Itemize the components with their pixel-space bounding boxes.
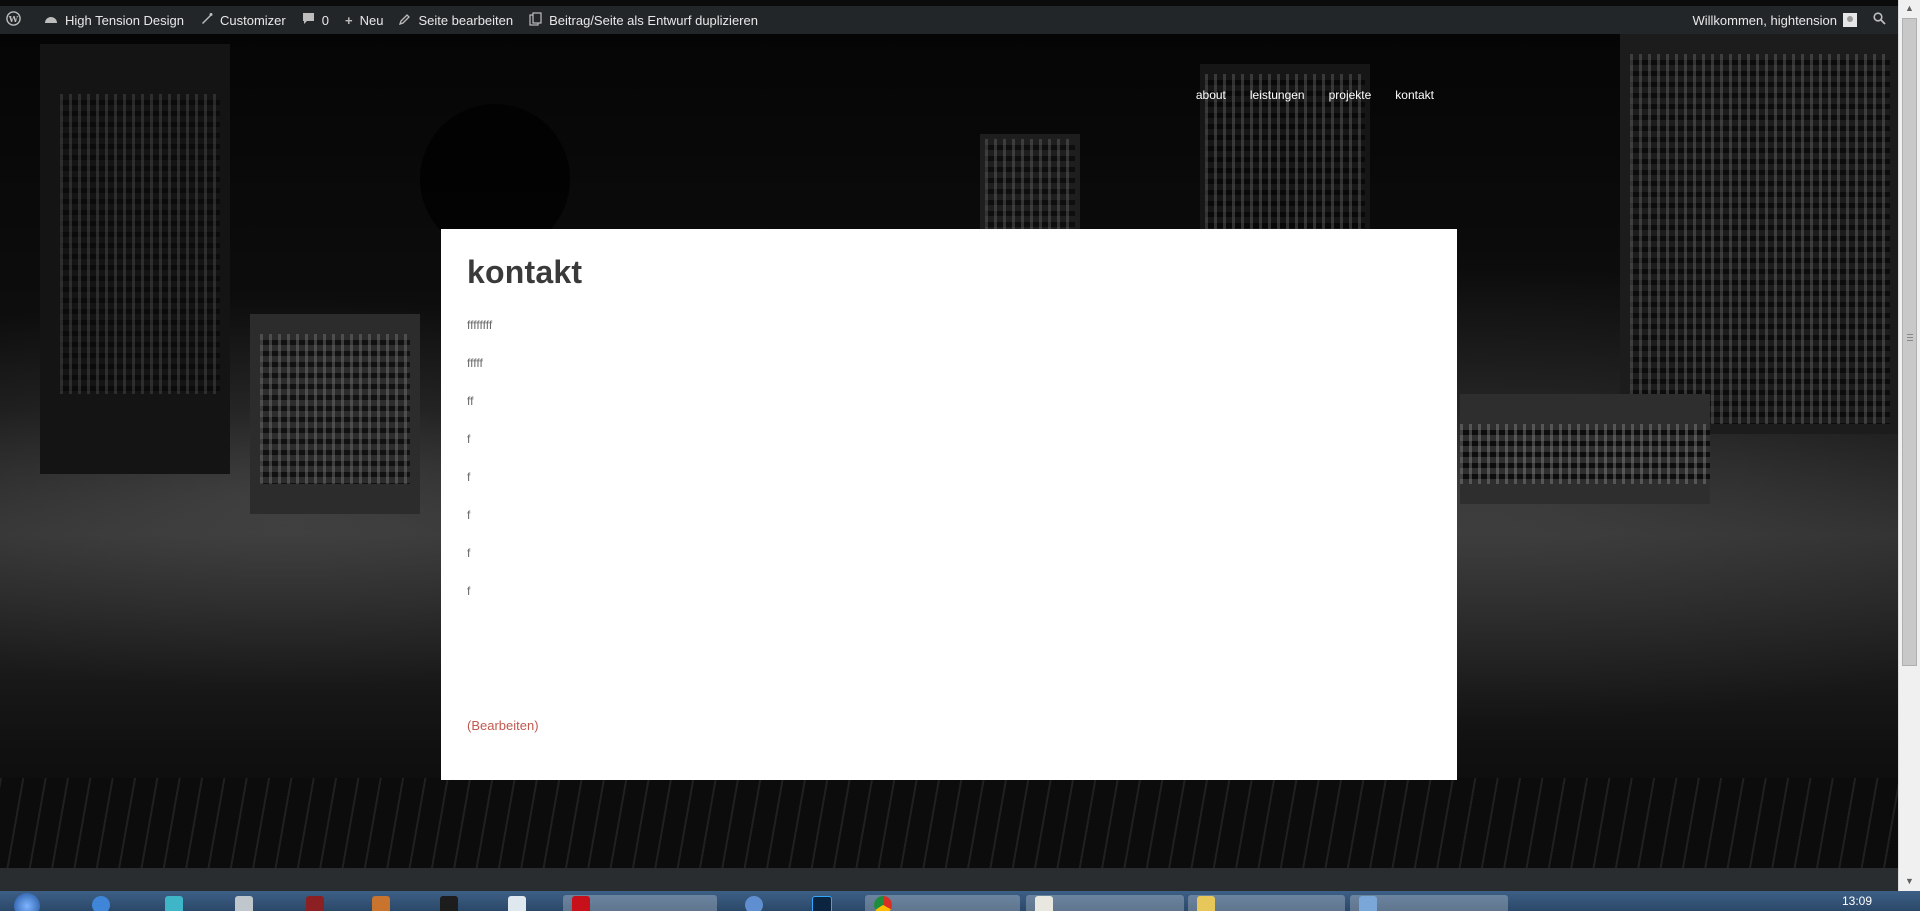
app-red-icon[interactable] <box>306 896 324 911</box>
taskbar-clock[interactable]: 13:09 <box>1842 894 1872 908</box>
building-windows-right <box>1630 54 1890 424</box>
paragraph: fffff <box>467 356 483 370</box>
internet-explorer-icon[interactable] <box>92 896 110 911</box>
taskbar-item-filezilla[interactable] <box>563 895 717 911</box>
scroll-grip-icon <box>1907 334 1913 342</box>
windows-taskbar: 13:09 <box>0 891 1920 911</box>
wordpress-logo-button[interactable]: W <box>6 11 28 29</box>
paragraph: f <box>467 508 471 522</box>
search-icon[interactable] <box>1873 12 1886 28</box>
edit-page-label: Seite bearbeiten <box>418 12 514 28</box>
dashboard-icon <box>44 13 58 28</box>
account-menu[interactable]: Willkommen, hightension <box>1692 13 1873 28</box>
admin-bar: W High Tension Design Customizer 0 + Neu… <box>0 6 1898 34</box>
paragraph: f <box>467 584 471 598</box>
scroll-up-arrow-icon[interactable]: ▲ <box>1905 3 1914 13</box>
app-orange-icon[interactable] <box>372 896 390 911</box>
railway-tracks <box>0 778 1898 868</box>
customizer-label: Customizer <box>220 12 286 28</box>
page-body: ffffffff fffff ff f f f f f <box>467 318 1431 622</box>
duplicate-label: Beitrag/Seite als Entwurf duplizieren <box>549 12 758 28</box>
comments-count: 0 <box>321 12 329 28</box>
edit-page-link-bottom[interactable]: (Bearbeiten) <box>467 718 539 733</box>
nav-item-leistungen[interactable]: leistungen <box>1250 88 1305 102</box>
new-content-link[interactable]: + Neu <box>345 13 383 28</box>
notepad-icon <box>1035 896 1053 911</box>
paragraph: f <box>467 470 471 484</box>
scroll-down-arrow-icon[interactable]: ▼ <box>1905 876 1914 886</box>
home-icon[interactable] <box>165 896 183 911</box>
nav-item-about[interactable]: about <box>1196 88 1226 102</box>
svg-text:W: W <box>8 14 19 24</box>
page-title: kontakt <box>467 254 583 290</box>
brush-icon <box>200 12 213 28</box>
paragraph: f <box>467 432 471 446</box>
building-windows-mid-left <box>260 334 410 484</box>
welcome-text: Willkommen, hightension <box>1692 12 1837 28</box>
photoshop-icon[interactable] <box>812 896 832 911</box>
printer-icon[interactable] <box>235 896 253 911</box>
filezilla-icon <box>572 896 590 911</box>
chrome-icon <box>874 896 892 911</box>
folder-icon <box>1197 896 1215 911</box>
pencil-icon <box>399 13 411 28</box>
paragraph: ff <box>467 394 474 408</box>
scroll-thumb[interactable] <box>1902 18 1917 666</box>
customizer-link[interactable]: Customizer <box>200 12 286 28</box>
avatar <box>1843 13 1857 27</box>
horizontal-strip <box>0 868 1898 891</box>
vertical-scrollbar[interactable]: ▲ ▼ <box>1898 0 1920 891</box>
app-window-icon <box>1359 896 1377 911</box>
building-windows-low-right <box>1460 424 1710 484</box>
taskbar-item-chrome[interactable] <box>865 895 1020 911</box>
wordpress-icon: W <box>6 11 21 29</box>
app-blue-icon[interactable] <box>745 896 763 911</box>
edit-page-link[interactable]: Seite bearbeiten <box>399 13 513 28</box>
main-navigation: about leistungen projekte kontakt <box>1196 88 1434 102</box>
new-label: Neu <box>359 12 384 28</box>
building-windows-left <box>60 94 220 394</box>
site-name-label: High Tension Design <box>65 12 184 28</box>
paragraph: f <box>467 546 471 560</box>
comments-link[interactable]: 0 <box>302 12 329 28</box>
taskbar-item-explorer[interactable] <box>1188 895 1345 911</box>
taskbar-item-notepad[interactable] <box>1026 895 1184 911</box>
comment-icon <box>302 12 315 28</box>
paragraph: ffffffff <box>467 318 493 332</box>
app-dark-icon[interactable] <box>440 896 458 911</box>
nav-item-kontakt[interactable]: kontakt <box>1395 88 1434 102</box>
duplicate-draft-link[interactable]: Beitrag/Seite als Entwurf duplizieren <box>529 11 758 29</box>
duplicate-icon <box>529 11 542 29</box>
nav-item-projekte[interactable]: projekte <box>1329 88 1372 102</box>
start-button-icon[interactable] <box>14 893 40 911</box>
plus-icon: + <box>344 12 353 28</box>
window-icon[interactable] <box>508 896 526 911</box>
taskbar-item-app[interactable] <box>1350 895 1508 911</box>
page-content-box: kontakt ffffffff fffff ff f f f f f (Bea… <box>441 229 1457 780</box>
site-name-link[interactable]: High Tension Design <box>44 13 184 28</box>
